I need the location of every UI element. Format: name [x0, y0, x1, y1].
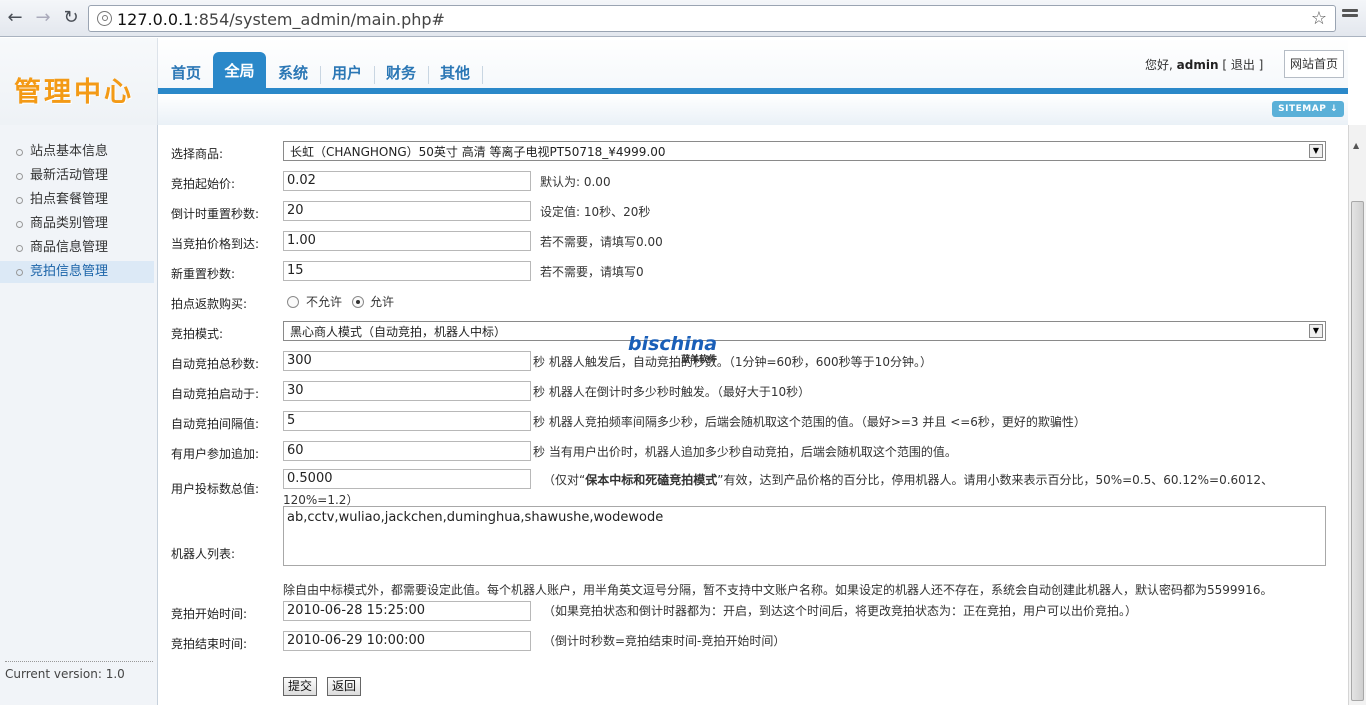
admin-header: 管理中心 首页 全局 系统 用户 财务 其他 SITEMAP ↓ 您好, adm… [0, 38, 1348, 125]
refund-yes-radio[interactable] [352, 296, 364, 308]
browser-toolbar: ← → ↻ 127.0.0.1:854/system_admin/main.ph… [0, 0, 1366, 37]
forward-arrow-icon[interactable]: → [32, 7, 54, 29]
tab-global[interactable]: 全局 [213, 52, 266, 90]
logout-link[interactable]: [ 退出 ] [1222, 58, 1263, 72]
start-time-input[interactable]: 2010-06-28 15:25:00 [283, 601, 531, 621]
auto-interval-input[interactable]: 5 [283, 411, 531, 431]
refund-label: 拍点返款购买: [171, 297, 248, 311]
user-info: 您好, admin [ 退出 ] [1145, 56, 1263, 73]
refund-no-label: 不允许 [306, 295, 343, 309]
auto-total-input[interactable]: 300 [283, 351, 531, 371]
end-time-label: 竞拍结束时间: [171, 637, 248, 651]
start-time-hint: （如果竞拍状态和倒计时器都为：开启，到达这个时间后，将更改竞拍状态为：正在竞拍，… [543, 604, 1138, 618]
sidebar-item-products[interactable]: 商品信息管理 [0, 237, 154, 259]
sidebar: 站点基本信息 最新活动管理 拍点套餐管理 商品类别管理 商品信息管理 竞拍信息管… [0, 125, 158, 705]
sidebar-item-categories[interactable]: 商品类别管理 [0, 213, 154, 235]
site-home-button[interactable]: 网站首页 [1284, 50, 1344, 78]
refund-yes-label: 允许 [370, 295, 395, 309]
greeting-text: 您好, [1145, 58, 1173, 72]
logo-area: 管理中心 [0, 38, 158, 125]
scrollbar-thumb[interactable] [1351, 201, 1364, 701]
scroll-up-arrow-icon[interactable]: ▲ [1353, 141, 1359, 150]
end-time-hint: （倒计时秒数=竞拍结束时间-竞拍开始时间） [543, 634, 786, 648]
refund-no-radio[interactable] [287, 296, 299, 308]
back-button[interactable]: 返回 [327, 677, 362, 696]
chevron-down-icon: ▼ [1309, 144, 1323, 158]
user-add-label: 有用户参加追加: [171, 447, 260, 461]
page-icon [97, 11, 112, 26]
sidebar-item-site-info[interactable]: 站点基本信息 [0, 141, 154, 163]
reload-icon[interactable]: ↻ [60, 7, 82, 29]
submit-button[interactable]: 提交 [283, 677, 318, 696]
auto-total-label: 自动竞拍总秒数: [171, 357, 260, 371]
logo: 管理中心 [14, 77, 134, 108]
auto-interval-hint: 秒 机器人竞拍频率间隔多少秒，后端会随机取这个范围的值。（最好>=3 并且 <=… [533, 415, 1086, 429]
product-label: 选择商品: [171, 147, 224, 161]
sub-bar: SITEMAP ↓ [158, 94, 1348, 125]
bid-total-input[interactable]: 0.5000 [283, 469, 531, 489]
bid-total-hint: （仅对“保本中标和死磕竞拍模式”有效，达到产品价格的百分比，停用机器人。请用小数… [543, 473, 1274, 487]
tab-divider [482, 66, 483, 84]
sidebar-item-activities[interactable]: 最新活动管理 [0, 165, 154, 187]
new-reset-label: 新重置秒数: [171, 267, 236, 281]
bookmark-star-icon[interactable]: ☆ [1311, 8, 1327, 29]
watermark-logo: bischina 蓝羊软件 [628, 333, 718, 365]
price-reached-label: 当竞拍价格到达: [171, 237, 260, 251]
product-select[interactable]: 长虹（CHANGHONG）50英寸 高清 等离子电视PT50718_¥4999.… [283, 141, 1326, 161]
url-text[interactable]: 127.0.0.1:854/system_admin/main.php# [117, 10, 445, 29]
mode-label: 竞拍模式: [171, 327, 224, 341]
auction-form: 选择商品: 长虹（CHANGHONG）50英寸 高清 等离子电视PT50718_… [160, 125, 1348, 705]
user-add-input[interactable]: 60 [283, 441, 531, 461]
chevron-down-icon: ▼ [1309, 324, 1323, 338]
address-bar[interactable]: 127.0.0.1:854/system_admin/main.php# ☆ [88, 5, 1336, 32]
sidebar-item-packages[interactable]: 拍点套餐管理 [0, 189, 154, 211]
price-reached-hint: 若不需要，请填写0.00 [540, 235, 663, 249]
new-reset-hint: 若不需要，请填写0 [540, 265, 644, 279]
start-price-input[interactable]: 0.02 [283, 171, 531, 191]
reset-seconds-hint: 设定值: 10秒、20秒 [540, 205, 651, 219]
menu-wrench-icon[interactable] [1342, 7, 1360, 27]
auto-total-hint: 秒 机器人触发后，自动竞拍的秒数。（1分钟=60秒，600秒等于10分钟。） [533, 355, 932, 369]
username: admin [1176, 58, 1219, 72]
user-add-hint: 秒 当有用户出价时，机器人追加多少秒自动竞拍，后端会随机取这个范围的值。 [533, 445, 957, 459]
start-time-label: 竞拍开始时间: [171, 607, 248, 621]
auto-interval-label: 自动竞拍间隔值: [171, 417, 260, 431]
new-reset-input[interactable]: 15 [283, 261, 531, 281]
auto-start-hint: 秒 机器人在倒计时多少秒时触发。（最好大于10秒） [533, 385, 811, 399]
reset-seconds-input[interactable]: 20 [283, 201, 531, 221]
bid-total-label: 用户投标数总值: [171, 482, 260, 496]
auto-start-label: 自动竞拍启动于: [171, 387, 260, 401]
divider [5, 661, 153, 662]
reset-seconds-label: 倒计时重置秒数: [171, 207, 260, 221]
price-reached-input[interactable]: 1.00 [283, 231, 531, 251]
robots-hint: 除自由中标模式外，都需要设定此值。每个机器人账户，用半角英文逗号分隔，暂不支持中… [283, 583, 1273, 597]
robots-textarea[interactable]: ab,cctv,wuliao,jackchen,duminghua,shawus… [283, 506, 1326, 566]
robots-label: 机器人列表: [171, 547, 236, 561]
auto-start-input[interactable]: 30 [283, 381, 531, 401]
page-scrollbar[interactable]: ▲ [1348, 125, 1366, 705]
sidebar-item-auctions[interactable]: 竞拍信息管理 [0, 261, 154, 283]
start-price-hint: 默认为: 0.00 [540, 175, 611, 189]
mode-select[interactable]: 黑心商人模式（自动竞拍，机器人中标） ▼ [283, 321, 1326, 341]
end-time-input[interactable]: 2010-06-29 10:00:00 [283, 631, 531, 651]
version-text: Current version: 1.0 [5, 667, 125, 681]
start-price-label: 竞拍起始价: [171, 177, 236, 191]
sitemap-button[interactable]: SITEMAP ↓ [1272, 101, 1344, 117]
back-arrow-icon[interactable]: ← [4, 7, 26, 29]
